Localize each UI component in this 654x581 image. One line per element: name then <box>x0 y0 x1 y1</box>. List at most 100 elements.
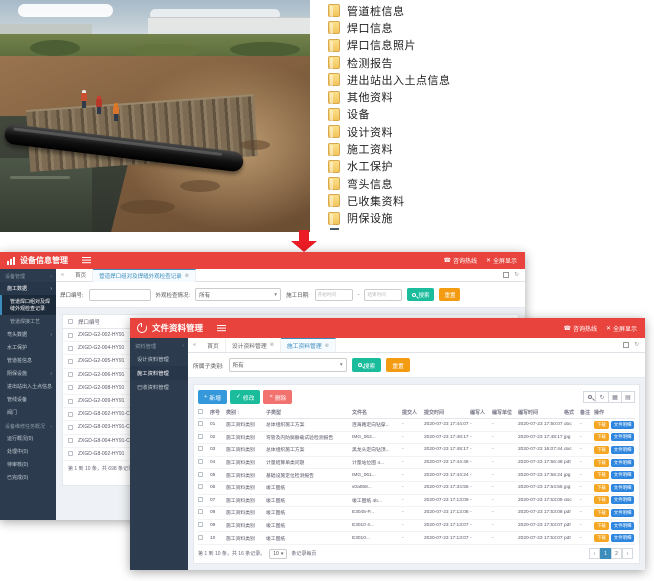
front-sidebar-item[interactable]: 设计资料管理 <box>130 352 188 366</box>
pager-prev[interactable]: ‹ <box>589 548 600 559</box>
download-button[interactable]: 下载 <box>594 433 609 441</box>
weld-no-input[interactable] <box>89 289 151 301</box>
tab-close-icon[interactable]: ⊗ <box>185 273 189 279</box>
tab-首页[interactable]: 首页 <box>201 339 226 352</box>
subtype-select[interactable]: 所有▾ <box>229 358 347 372</box>
row-checkbox[interactable] <box>198 522 203 527</box>
refresh-icon[interactable]: ↻ <box>514 272 519 278</box>
download-button[interactable]: 下载 <box>594 534 609 542</box>
back-sidebar-item[interactable]: 弯头数据› <box>0 328 56 341</box>
folder-item[interactable]: 弯头信息 <box>328 175 648 192</box>
row-checkbox[interactable] <box>68 399 73 404</box>
front-sidebar-item[interactable]: 施工资料管理 <box>130 366 188 380</box>
pager-page[interactable]: 1 <box>600 548 611 559</box>
folder-item[interactable]: 已收集资料 <box>328 192 648 209</box>
row-checkbox[interactable] <box>198 434 203 439</box>
row-checkbox[interactable] <box>198 484 203 489</box>
back-sidebar-item[interactable]: 管道焊接工艺 <box>0 315 56 328</box>
file-detail-button[interactable]: 文件明细 <box>611 509 635 517</box>
back-sidebar-item[interactable]: 处理中(0) <box>0 445 56 458</box>
file-detail-button[interactable]: 文件明细 <box>611 484 635 492</box>
download-button[interactable]: 下载 <box>594 522 609 530</box>
page-size-select[interactable]: 10▾ <box>269 549 287 559</box>
file-detail-button[interactable]: 文件明细 <box>611 522 635 530</box>
search-button[interactable]: 搜索 <box>407 288 434 301</box>
front-sidebar-item[interactable]: 资料管理› <box>130 338 188 352</box>
table-columns-button[interactable]: ▤ <box>622 391 635 403</box>
row-checkbox[interactable] <box>68 346 73 351</box>
download-button[interactable]: 下载 <box>594 484 609 492</box>
table-grid-button[interactable]: ▦ <box>609 391 622 403</box>
tab-设计资料管理[interactable]: 设计资料管理⊗ <box>226 339 281 352</box>
row-checkbox[interactable] <box>68 372 73 377</box>
file-detail-button[interactable]: 文件明细 <box>611 534 635 542</box>
expand-icon[interactable] <box>503 272 509 278</box>
folder-item[interactable]: 检测报告 <box>328 54 648 71</box>
back-sidebar-item[interactable]: 设备管理› <box>0 269 56 282</box>
tabs-back-icon[interactable]: « <box>61 272 64 278</box>
row-checkbox[interactable] <box>198 459 203 464</box>
tab-close-icon[interactable]: ⊗ <box>325 343 329 349</box>
back-sidebar-item[interactable]: 待审核(0) <box>0 458 56 471</box>
tabs-back-icon[interactable]: « <box>193 342 196 348</box>
tab-施工资料管理[interactable]: 施工资料管理⊗ <box>281 338 336 352</box>
pager-page[interactable]: 2 <box>611 548 622 559</box>
tab-首页[interactable]: 首页 <box>69 269 93 281</box>
date-end-input[interactable] <box>364 289 402 301</box>
back-sidebar-item[interactable]: 施工数据› <box>0 282 56 295</box>
back-sidebar-item[interactable]: 水工保护 <box>0 341 56 354</box>
file-detail-button[interactable]: 文件明细 <box>611 496 635 504</box>
download-button[interactable]: 下载 <box>594 459 609 467</box>
add-button[interactable]: +新增 <box>198 390 227 404</box>
file-detail-button[interactable]: 文件明细 <box>611 421 635 429</box>
back-sidebar-item[interactable]: 阴保设施› <box>0 367 56 380</box>
file-detail-button[interactable]: 文件明细 <box>611 459 635 467</box>
row-checkbox[interactable] <box>68 451 73 456</box>
tab-close-icon[interactable]: ⊗ <box>270 342 274 348</box>
row-checkbox[interactable] <box>198 535 203 540</box>
expand-icon[interactable] <box>623 342 629 348</box>
folder-item[interactable]: 管道桩信息 <box>328 2 648 19</box>
delete-button[interactable]: ×删除 <box>263 390 292 404</box>
row-checkbox[interactable] <box>68 438 73 443</box>
table-search-button[interactable] <box>583 391 596 403</box>
appearance-select[interactable]: 所有▾ <box>195 288 281 301</box>
hotline-link[interactable]: ☎咨询热线 <box>443 256 477 265</box>
table-refresh-button[interactable]: ↻ <box>596 391 609 403</box>
download-button[interactable]: 下载 <box>594 421 609 429</box>
row-checkbox[interactable] <box>68 412 73 417</box>
folder-item[interactable]: 施工资料 <box>328 140 648 157</box>
edit-button[interactable]: ✓修改 <box>230 390 260 404</box>
download-button[interactable]: 下载 <box>594 509 609 517</box>
reset-button[interactable]: 重置 <box>386 358 410 372</box>
back-sidebar-item[interactable]: 已完成(0) <box>0 471 56 484</box>
tab-管道焊口组对及焊缝外观检查记录[interactable]: 管道焊口组对及焊缝外观检查记录⊗ <box>93 269 196 282</box>
file-detail-button[interactable]: 文件明细 <box>611 471 635 479</box>
row-checkbox[interactable] <box>198 509 203 514</box>
row-checkbox[interactable] <box>68 359 73 364</box>
row-checkbox[interactable] <box>198 497 203 502</box>
folder-item[interactable]: 焊口信息照片 <box>328 37 648 54</box>
file-detail-button[interactable]: 文件明细 <box>611 446 635 454</box>
select-all-checkbox[interactable] <box>198 409 203 414</box>
fullscreen-link[interactable]: ✕全屏显示 <box>486 256 517 265</box>
select-all-checkbox[interactable] <box>68 319 73 324</box>
date-start-input[interactable] <box>315 289 353 301</box>
back-sidebar-item[interactable]: 管线设备 <box>0 393 56 406</box>
download-button[interactable]: 下载 <box>594 471 609 479</box>
sort-icon[interactable]: ↕ <box>237 410 240 416</box>
back-sidebar-item[interactable]: 设备维修任务概况› <box>0 419 56 432</box>
front-sidebar-item[interactable]: 已收资料管理 <box>130 380 188 394</box>
row-checkbox[interactable] <box>68 385 73 390</box>
row-checkbox[interactable] <box>198 421 203 426</box>
fullscreen-link[interactable]: ✕全屏显示 <box>606 324 637 333</box>
folder-item[interactable]: 焊口信息 <box>328 19 648 36</box>
folder-item[interactable]: 其他资料 <box>328 88 648 105</box>
back-sidebar-item[interactable]: 运行概况(0) <box>0 432 56 445</box>
back-sidebar-item[interactable]: 进出站出入土点信息 <box>0 380 56 393</box>
row-checkbox[interactable] <box>198 446 203 451</box>
menu-toggle-icon[interactable] <box>82 257 91 264</box>
hotline-link[interactable]: ☎咨询热线 <box>563 324 597 333</box>
back-sidebar-item[interactable]: 阀门 <box>0 406 56 419</box>
menu-toggle-icon[interactable] <box>217 325 226 332</box>
